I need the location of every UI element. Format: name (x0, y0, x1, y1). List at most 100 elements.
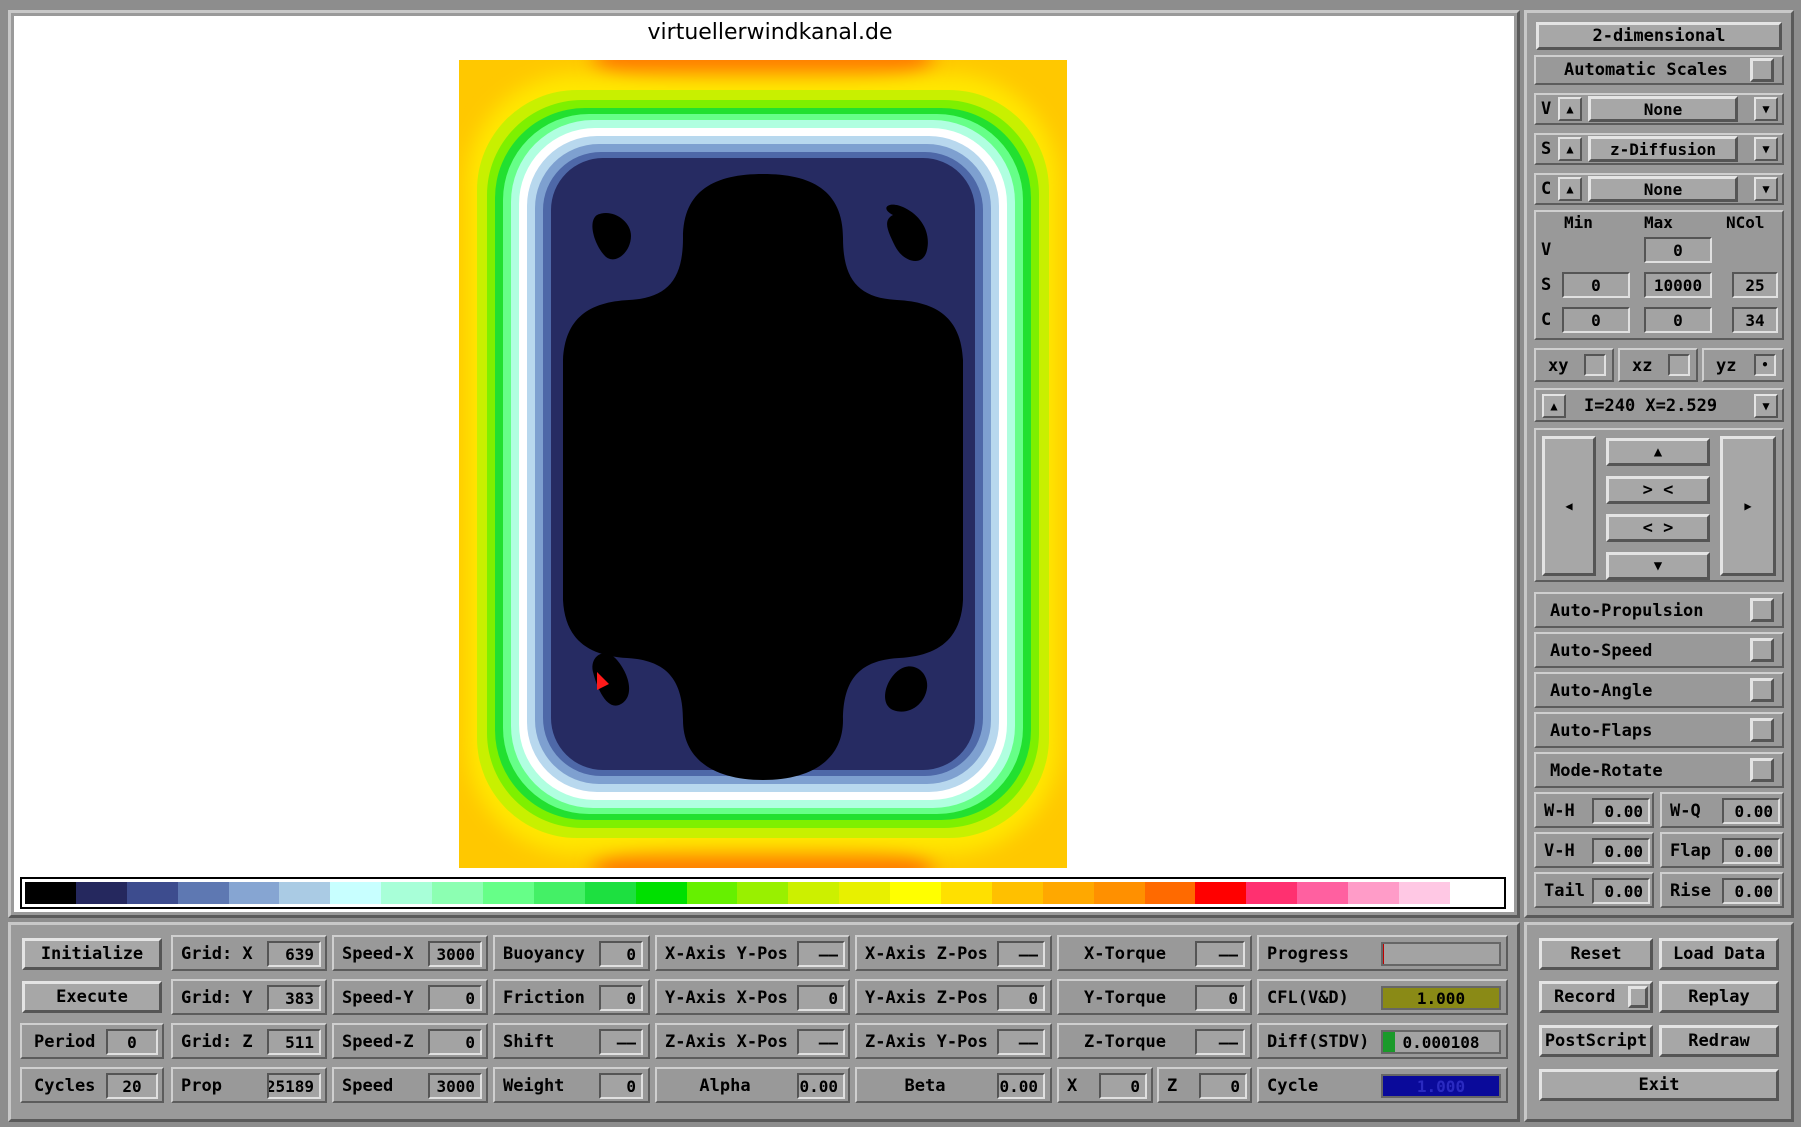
weight-label: Weight (503, 1076, 565, 1096)
contour-variable-select[interactable]: None (1588, 176, 1738, 202)
grid-x-field[interactable]: 639 (267, 941, 321, 967)
xaxis-ypos-field[interactable]: —— (797, 941, 845, 967)
x-torque-field[interactable]: —— (1195, 941, 1245, 967)
z-label: Z (1167, 1076, 1178, 1096)
scalar-variable-row: S ▲ z-Diffusion ▼ (1534, 133, 1784, 165)
reset-button[interactable]: Reset (1539, 938, 1653, 970)
postscript-button[interactable]: PostScript (1539, 1025, 1653, 1057)
yaxis-zpos-field[interactable]: 0 (997, 985, 1045, 1011)
z-torque-field[interactable]: —— (1195, 1029, 1245, 1055)
grid-y-field[interactable]: 383 (267, 985, 321, 1011)
xaxis-zpos-field[interactable]: —— (997, 941, 1045, 967)
auto-toggle-checkbox[interactable] (1750, 638, 1774, 662)
cycles-group: Cycles 20 (20, 1067, 164, 1103)
beta-field[interactable]: 0.00 (997, 1073, 1045, 1099)
vector-prev-button[interactable]: ▲ (1558, 97, 1582, 121)
param-field[interactable]: 0.00 (1592, 878, 1650, 904)
record-toggle[interactable] (1628, 986, 1648, 1008)
execute-button[interactable]: Execute (22, 981, 162, 1013)
shift-field[interactable]: —— (599, 1029, 643, 1055)
xaxis-zpos-label: X-Axis Z-Pos (865, 944, 988, 964)
slice-next-button[interactable]: ▼ (1754, 394, 1778, 418)
weight-field[interactable]: 0 (599, 1073, 643, 1099)
param-field[interactable]: 0.00 (1592, 798, 1650, 824)
auto-toggle-checkbox[interactable] (1750, 598, 1774, 622)
speed-x-field[interactable]: 3000 (428, 941, 482, 967)
z-field[interactable]: 0 (1199, 1073, 1247, 1099)
param-field[interactable]: 0.00 (1722, 798, 1780, 824)
range-c-max-field[interactable]: 0 (1644, 307, 1712, 333)
scalar-variable-select[interactable]: z-Diffusion (1588, 136, 1738, 162)
speed-y-field[interactable]: 0 (428, 985, 482, 1011)
prop-field[interactable]: 25189 (267, 1073, 321, 1099)
plane-xy-radio[interactable] (1584, 354, 1606, 376)
period-field[interactable]: 0 (106, 1029, 158, 1055)
scalar-letter: S (1541, 139, 1552, 159)
plane-xy: xy (1534, 348, 1614, 382)
param-field[interactable]: 0.00 (1722, 838, 1780, 864)
progress-group: Progress (1257, 935, 1508, 971)
grid-z-field[interactable]: 511 (267, 1029, 321, 1055)
contour-next-button[interactable]: ▼ (1754, 177, 1778, 201)
range-v-max-field[interactable]: 0 (1644, 237, 1712, 263)
auto-toggle-checkbox[interactable] (1750, 678, 1774, 702)
initialize-button[interactable]: Initialize (22, 938, 162, 970)
load-data-button[interactable]: Load Data (1659, 938, 1779, 970)
pan-up-button[interactable]: ▲ (1606, 438, 1710, 466)
record-button[interactable]: Record (1539, 981, 1653, 1013)
pan-left-button[interactable]: ◀ (1542, 436, 1596, 576)
pan-down-button[interactable]: ▼ (1606, 552, 1710, 580)
speed-field[interactable]: 3000 (428, 1073, 482, 1099)
range-s-ncol-field[interactable]: 25 (1732, 272, 1778, 298)
auto-scales-toggle[interactable] (1750, 58, 1774, 82)
zaxis-ypos-field[interactable]: —— (997, 1029, 1045, 1055)
param-field[interactable]: 0.00 (1592, 838, 1650, 864)
cycles-label: Cycles (34, 1076, 96, 1096)
y-torque-group: Y-Torque 0 (1057, 979, 1252, 1015)
alpha-field[interactable]: 0.00 (797, 1073, 845, 1099)
friction-field[interactable]: 0 (599, 985, 643, 1011)
auto-toggle-checkbox[interactable] (1750, 718, 1774, 742)
x-field[interactable]: 0 (1099, 1073, 1147, 1099)
plane-xz-radio[interactable] (1668, 354, 1690, 376)
param-field[interactable]: 0.00 (1722, 878, 1780, 904)
cfl-bar: 1.000 (1381, 986, 1501, 1010)
zaxis-xpos-field[interactable]: —— (797, 1029, 845, 1055)
redraw-button[interactable]: Redraw (1659, 1025, 1779, 1057)
zaxis-xpos-group: Z-Axis X-Pos —— (655, 1023, 850, 1059)
color-scale-bar (20, 877, 1506, 909)
cycles-field[interactable]: 20 (106, 1073, 158, 1099)
range-c-min-field[interactable]: 0 (1562, 307, 1630, 333)
auto-toggle-row: Mode-Rotate (1534, 752, 1784, 788)
scalar-next-button[interactable]: ▼ (1754, 137, 1778, 161)
exit-button[interactable]: Exit (1539, 1069, 1779, 1101)
buoyancy-field[interactable]: 0 (599, 941, 643, 967)
zoom-out-button[interactable]: < > (1606, 514, 1710, 542)
speed-z-field[interactable]: 0 (428, 1029, 482, 1055)
vector-next-button[interactable]: ▼ (1754, 97, 1778, 121)
yaxis-xpos-field[interactable]: 0 (797, 985, 845, 1011)
pan-right-button[interactable]: ▶ (1720, 436, 1776, 576)
range-c-ncol-field[interactable]: 34 (1732, 307, 1778, 333)
color-swatch (228, 882, 280, 904)
param-label: W-Q (1670, 801, 1701, 821)
color-swatch (584, 882, 636, 904)
range-s-min-field[interactable]: 0 (1562, 272, 1630, 298)
scalar-prev-button[interactable]: ▲ (1558, 137, 1582, 161)
mode-2d-button[interactable]: 2-dimensional (1536, 22, 1782, 50)
zoom-in-button[interactable]: > < (1606, 476, 1710, 504)
range-s-max-field[interactable]: 10000 (1644, 272, 1712, 298)
color-swatch (1297, 882, 1349, 904)
vector-variable-select[interactable]: None (1588, 96, 1738, 122)
grid-x-group: Grid: X 639 (171, 935, 327, 971)
slice-prev-button[interactable]: ▲ (1542, 394, 1566, 418)
plane-yz-radio[interactable]: • (1754, 354, 1776, 376)
zaxis-ypos-group: Z-Axis Y-Pos —— (855, 1023, 1052, 1059)
cfl-group: CFL(V&D) 1.000 (1257, 979, 1508, 1015)
contour-prev-button[interactable]: ▲ (1558, 177, 1582, 201)
replay-button[interactable]: Replay (1659, 981, 1779, 1013)
auto-toggle-checkbox[interactable] (1750, 758, 1774, 782)
speed-group: Speed 3000 (332, 1067, 488, 1103)
color-swatch (1195, 882, 1247, 904)
y-torque-field[interactable]: 0 (1195, 985, 1245, 1011)
